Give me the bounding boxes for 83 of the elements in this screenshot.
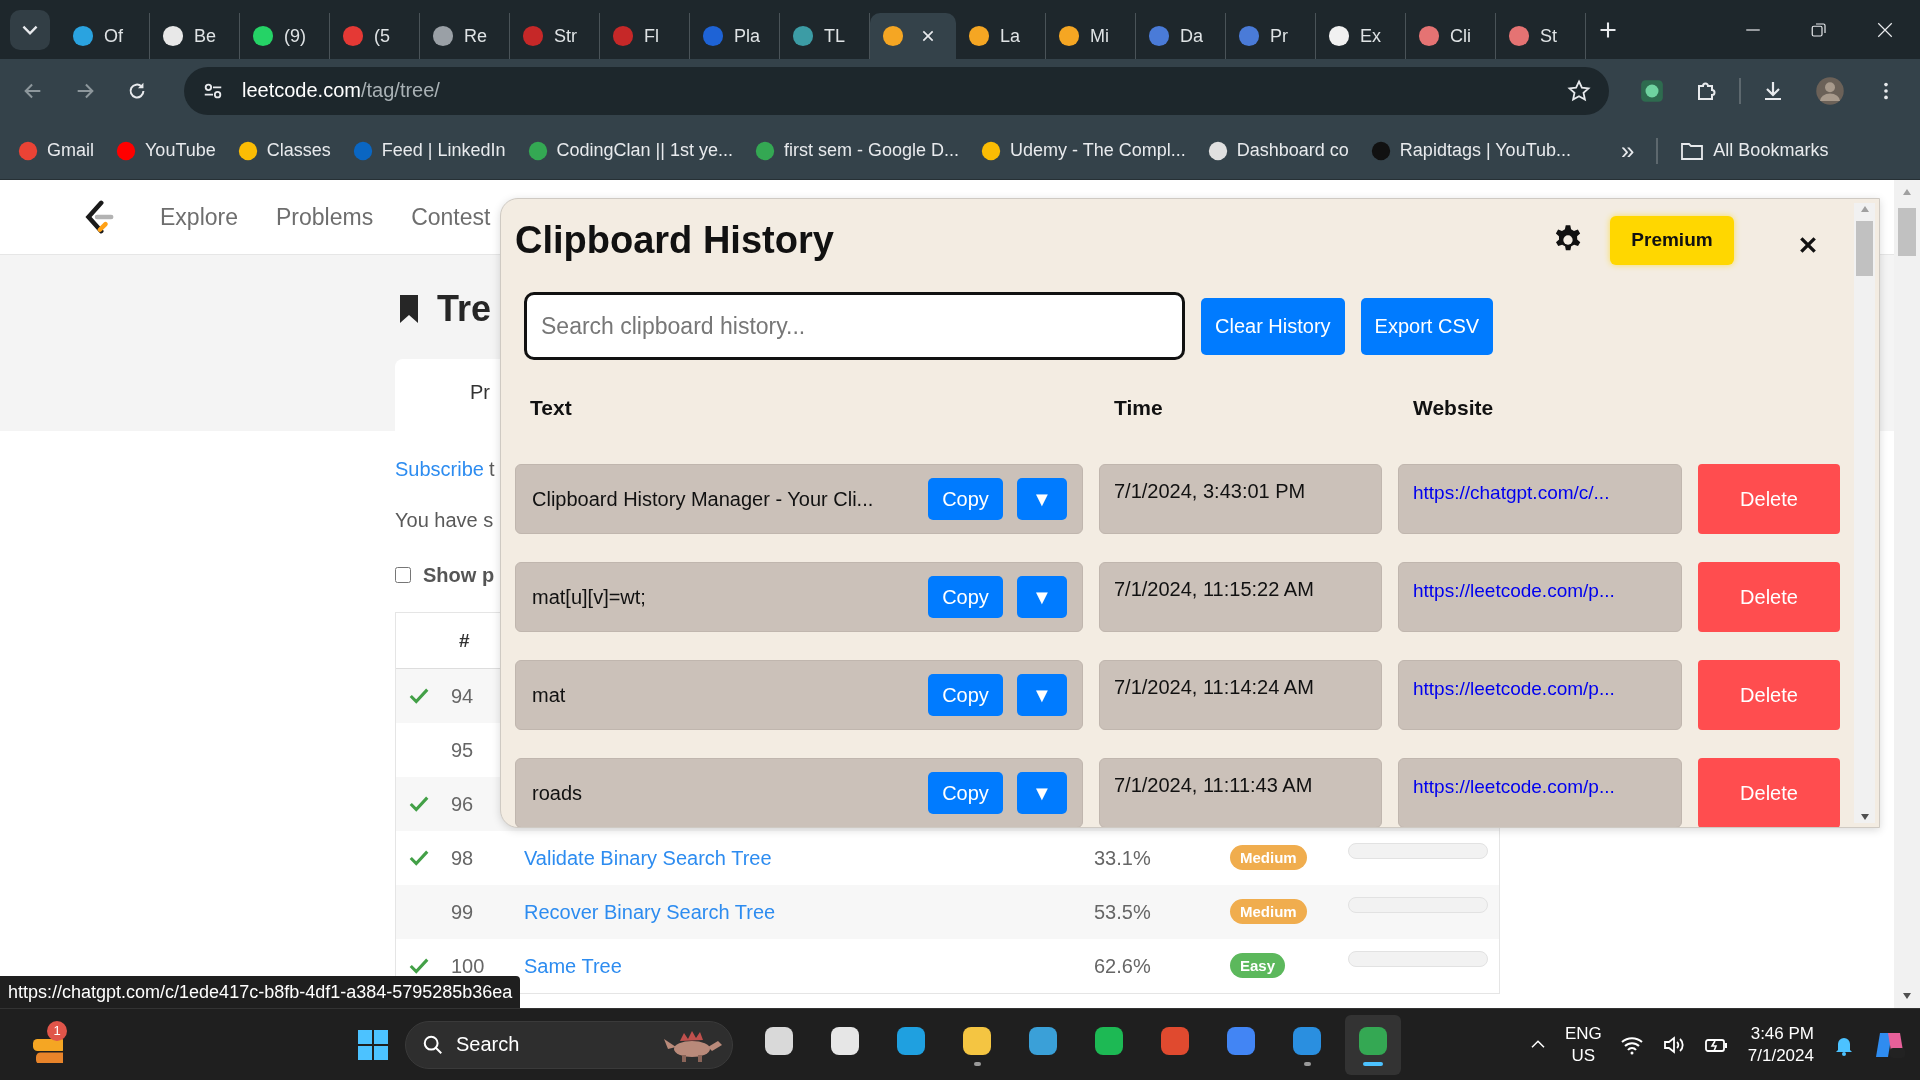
taskbar-search[interactable]: Search bbox=[405, 1020, 733, 1069]
column-header: Time bbox=[1113, 396, 1164, 420]
action-button[interactable]: Clear History bbox=[1201, 297, 1345, 355]
nav-link[interactable]: Problems bbox=[276, 203, 374, 231]
time-cell: 7/1/2024, 11:15:22 AM bbox=[1099, 562, 1382, 632]
clip-text: mat[u][v]=wt; bbox=[532, 585, 647, 609]
bookmark-item[interactable]: CodingClan || 1st ye... bbox=[527, 140, 733, 161]
table-cell: 33.1% bbox=[1094, 846, 1151, 869]
clip-text: mat bbox=[532, 683, 567, 707]
nav-link[interactable]: Contest bbox=[411, 203, 491, 231]
avatar-icon[interactable] bbox=[1815, 75, 1845, 106]
search-input[interactable]: Search bbox=[454, 1032, 634, 1057]
address-bar[interactable]: leetcode.com/tag/tree/ bbox=[184, 66, 1609, 115]
search-icon bbox=[422, 1033, 444, 1056]
tab-list-button[interactable] bbox=[10, 9, 50, 50]
bookmark-item[interactable]: Dashboard co bbox=[1207, 140, 1349, 161]
table-cell: 96 bbox=[451, 792, 474, 815]
bookmark-item[interactable]: Rapidtags | YouTub... bbox=[1370, 140, 1571, 161]
table-cell: 98 bbox=[451, 846, 474, 869]
language-indicator[interactable]: ENG US bbox=[1564, 1022, 1602, 1067]
table-cell: 95 bbox=[451, 738, 474, 761]
clock[interactable]: 3:46 PM 7/1/2024 bbox=[1747, 1022, 1814, 1067]
table-cell: 62.6% bbox=[1094, 954, 1151, 977]
restore-icon[interactable] bbox=[1810, 20, 1828, 39]
copy-button[interactable]: Copy bbox=[928, 674, 1003, 716]
scrollbar-thumb[interactable] bbox=[1856, 221, 1873, 276]
website-link[interactable]: https://leetcode.com/p... bbox=[1413, 580, 1615, 601]
copy-button[interactable]: Copy bbox=[928, 772, 1003, 814]
notification-badge: 1 bbox=[47, 1020, 67, 1041]
table-cell: 100 bbox=[451, 954, 485, 977]
table-cell: 53.5% bbox=[1094, 900, 1151, 923]
scrollbar-thumb[interactable] bbox=[1898, 208, 1916, 256]
column-header: # bbox=[458, 629, 471, 652]
expand-button[interactable]: ▼ bbox=[1017, 772, 1067, 814]
expand-button[interactable]: ▼ bbox=[1017, 576, 1067, 618]
difficulty-badge: Easy bbox=[1230, 953, 1286, 978]
column-header: Website bbox=[1412, 396, 1495, 420]
chevron-down-icon bbox=[22, 24, 38, 35]
expand-button[interactable]: ▼ bbox=[1017, 674, 1067, 716]
website-link[interactable]: https://leetcode.com/p... bbox=[1413, 776, 1615, 797]
website-link[interactable]: https://leetcode.com/p... bbox=[1413, 678, 1615, 699]
clip-text: Clipboard History Manager - Your Cli... bbox=[532, 487, 875, 511]
website-link[interactable]: https://chatgpt.com/c/... bbox=[1413, 482, 1610, 503]
column-header: Text bbox=[529, 396, 573, 420]
checkbox[interactable] bbox=[395, 567, 411, 583]
time-cell: 7/1/2024, 3:43:01 PM bbox=[1099, 464, 1382, 534]
difficulty-badge: Medium bbox=[1230, 899, 1307, 924]
subscribe-text: Subscribe t bbox=[395, 457, 495, 483]
close-icon[interactable] bbox=[920, 28, 936, 44]
taskbar-app[interactable] bbox=[1345, 1014, 1401, 1075]
table-cell: 99 bbox=[451, 900, 474, 923]
popup-title: Clipboard History bbox=[515, 218, 834, 262]
extension-icon[interactable] bbox=[1639, 77, 1665, 104]
status-url: https://chatgpt.com/c/1ede417c-b8fb-4df1-a384-5795285b36ea bbox=[0, 976, 521, 1008]
bookmark-item[interactable]: Udemy - The Compl... bbox=[981, 140, 1186, 161]
bookmark-item[interactable]: Feed | LinkedIn bbox=[352, 140, 506, 161]
time-cell: 7/1/2024, 11:14:24 AM bbox=[1099, 660, 1382, 730]
bookmark-folder[interactable]: All Bookmarks bbox=[1680, 138, 1829, 163]
bookmark-item[interactable]: Classes bbox=[237, 140, 331, 161]
bookmark-item[interactable]: YouTube bbox=[116, 140, 216, 161]
browser-tab[interactable] bbox=[870, 13, 956, 59]
time-cell: 7/1/2024, 11:11:43 AM bbox=[1099, 758, 1382, 827]
nav-link[interactable]: Explore bbox=[160, 203, 238, 231]
action-button[interactable]: Export CSV bbox=[1360, 297, 1494, 355]
more-bookmarks-button[interactable]: » bbox=[1621, 136, 1635, 165]
close-icon[interactable] bbox=[1798, 235, 1818, 255]
copy-button[interactable]: Copy bbox=[928, 576, 1003, 618]
close-icon[interactable] bbox=[1876, 20, 1894, 39]
url-text: leetcode.com/tag/tree/ bbox=[242, 79, 441, 102]
search-field[interactable]: Search clipboard history... bbox=[524, 292, 1185, 360]
star-icon[interactable] bbox=[1567, 78, 1591, 103]
summary-text: You have s bbox=[395, 508, 494, 533]
expand-button[interactable]: ▼ bbox=[1017, 478, 1067, 520]
page-title: Tre bbox=[437, 288, 492, 330]
windows-icon[interactable] bbox=[357, 1028, 389, 1061]
copy-button[interactable]: Copy bbox=[928, 478, 1003, 520]
difficulty-badge: Medium bbox=[1230, 845, 1307, 870]
bookmark-item[interactable]: Gmail bbox=[18, 140, 94, 161]
bookmark-item[interactable]: first sem - Google D... bbox=[755, 140, 960, 161]
table-cell: 94 bbox=[451, 684, 474, 707]
checkbox-label: Show p bbox=[423, 563, 495, 587]
premium-button[interactable]: Premium bbox=[1610, 215, 1734, 265]
clip-text: roads bbox=[532, 781, 584, 805]
